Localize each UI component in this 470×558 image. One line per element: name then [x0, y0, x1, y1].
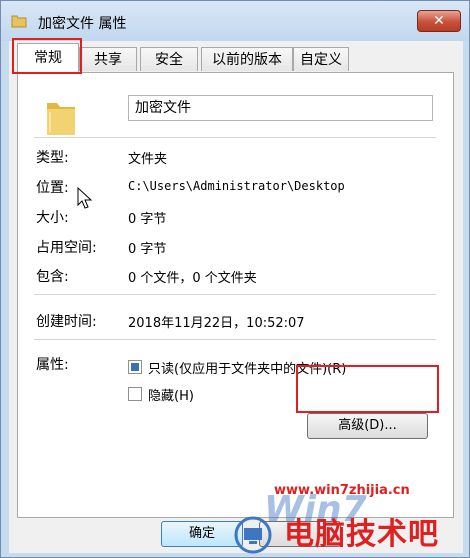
close-button[interactable]: ✕	[417, 10, 461, 32]
watermark-text: 电脑技术吧	[284, 517, 439, 552]
created-label: 创建时间:	[36, 314, 97, 330]
divider	[34, 294, 436, 295]
hidden-label: 隐藏(H)	[148, 389, 194, 404]
tab-previous-versions[interactable]: 以前的版本	[201, 47, 293, 71]
size-on-disk-label: 占用空间:	[36, 240, 97, 256]
ok-button[interactable]: 确定	[161, 521, 243, 547]
type-value: 文件夹	[128, 152, 168, 167]
folder-icon	[11, 15, 27, 28]
contains-value: 0 个文件，0 个文件夹	[128, 271, 257, 286]
divider	[34, 339, 436, 340]
properties-dialog: 加密文件 属性 ✕ 常规 共享 安全 以前的版本 自定义 加密文件 类型: 文件…	[0, 0, 470, 558]
title-bar: 加密文件 属性 ✕	[1, 1, 469, 41]
size-on-disk-value: 0 字节	[128, 242, 167, 257]
window-title: 加密文件 属性	[38, 16, 127, 32]
tab-sharing[interactable]: 共享	[79, 47, 137, 71]
divider	[34, 137, 436, 138]
tab-highlight-box	[12, 38, 82, 74]
created-value: 2018年11月22日，10:52:07	[128, 316, 305, 331]
watermark-pc-icon	[234, 516, 272, 554]
location-value: C:\Users\Administrator\Desktop	[128, 179, 345, 193]
tab-customize[interactable]: 自定义	[293, 47, 349, 71]
hidden-checkbox[interactable]	[128, 387, 142, 401]
close-icon: ✕	[433, 13, 445, 29]
watermark-url: www.win7zhijia.cn	[274, 483, 410, 498]
mouse-cursor-icon	[77, 187, 93, 209]
dialog-client: 常规 共享 安全 以前的版本 自定义 加密文件 类型: 文件夹 位置: C:\U…	[9, 41, 463, 553]
readonly-checkbox[interactable]	[128, 360, 142, 374]
attributes-label: 属性:	[36, 357, 69, 373]
size-value: 0 字节	[128, 212, 167, 227]
advanced-highlight-box	[296, 365, 439, 413]
folder-icon	[47, 103, 75, 135]
location-label: 位置:	[36, 180, 69, 196]
advanced-button[interactable]: 高级(D)...	[307, 413, 428, 439]
type-label: 类型:	[36, 150, 69, 166]
size-label: 大小:	[36, 210, 69, 226]
general-panel: 加密文件 类型: 文件夹 位置: C:\Users\Administrator\…	[17, 72, 454, 530]
contains-label: 包含:	[36, 269, 69, 285]
folder-name-input[interactable]: 加密文件	[128, 95, 433, 121]
tab-security[interactable]: 安全	[140, 47, 198, 71]
